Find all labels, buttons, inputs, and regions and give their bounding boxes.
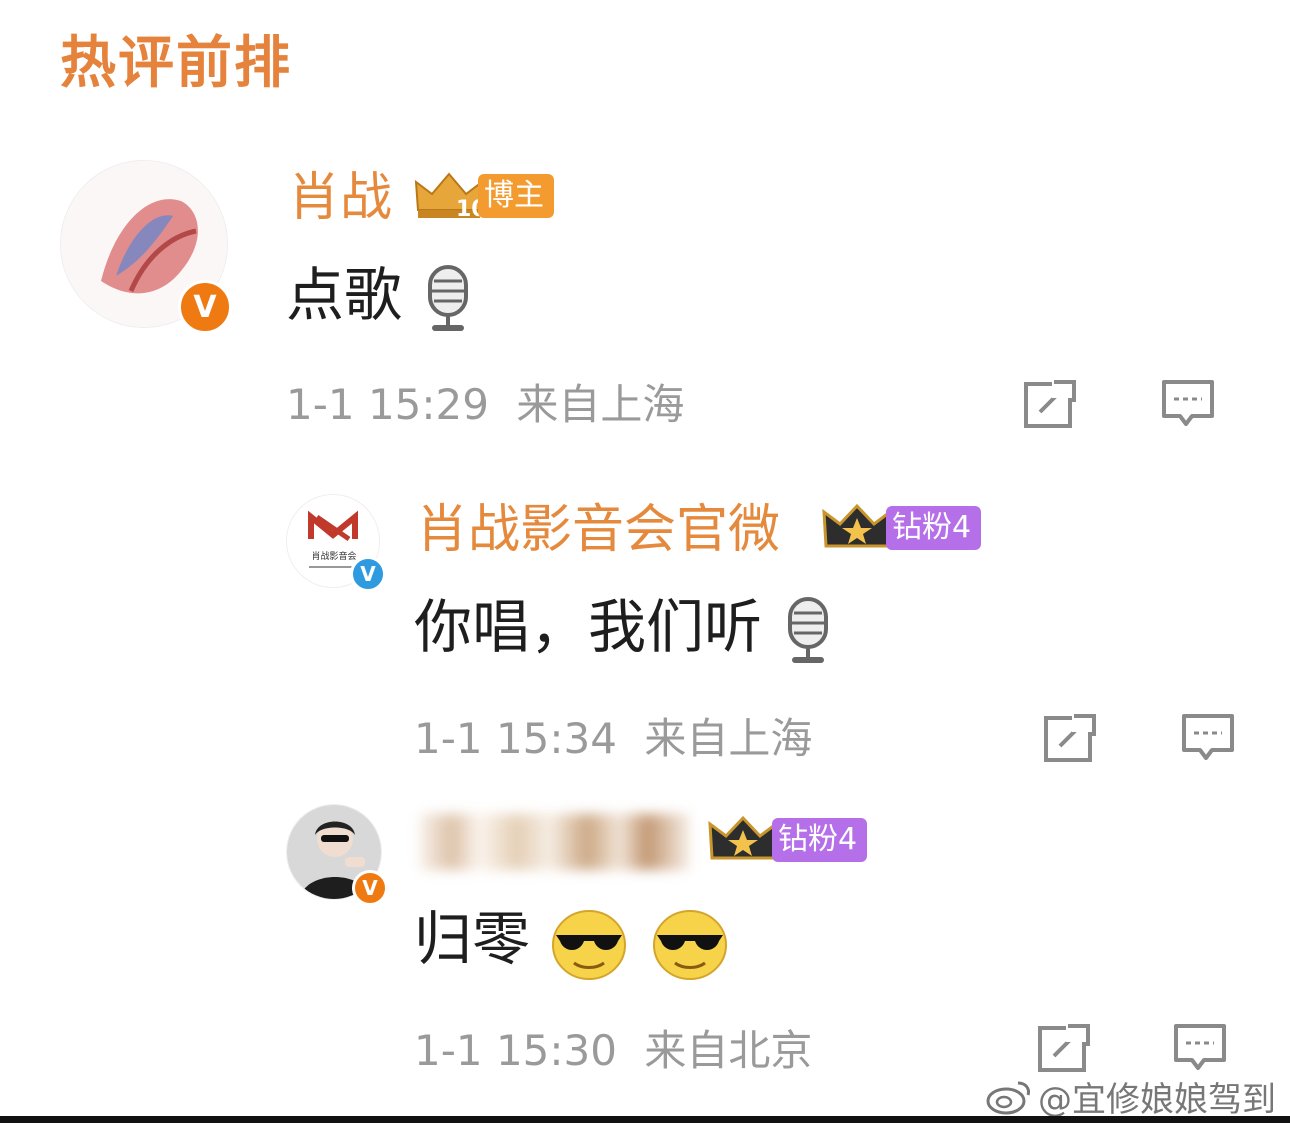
badge-label: 钻粉4: [772, 818, 868, 862]
sunglasses-emoji: [652, 909, 727, 980]
comment-username[interactable]: 肖战: [288, 168, 392, 228]
weibo-logo-icon: [986, 1081, 1030, 1114]
user-badge: 钻粉4: [708, 814, 868, 866]
avatar[interactable]: V: [286, 804, 388, 906]
repost-icon[interactable]: [1042, 712, 1098, 764]
comment-text: 你唱，我们听: [414, 592, 836, 667]
watermark-text: @宜修娘娘驾到: [1038, 1080, 1276, 1120]
verified-badge-icon: V: [352, 870, 388, 906]
reply-comment-icon[interactable]: [1172, 1022, 1228, 1074]
watermark: @宜修娘娘驾到: [986, 1072, 1276, 1121]
microphone-icon: [428, 264, 469, 331]
bottom-divider: [0, 1116, 1290, 1123]
reply-comment-icon[interactable]: [1180, 712, 1236, 764]
sunglasses-emoji: [552, 909, 627, 980]
comment-text: 点歌: [286, 260, 476, 335]
comment-location: 来自上海: [516, 380, 685, 429]
repost-icon[interactable]: [1036, 1022, 1092, 1074]
comment-text-body: 点歌: [286, 261, 403, 329]
avatar[interactable]: V: [60, 160, 232, 334]
comment-text-body: 归零: [414, 905, 531, 973]
comment-timestamp: 1-1 15:30: [414, 1026, 617, 1075]
avatar-label: 肖战影音会: [311, 550, 356, 562]
comment-meta: 1-1 15:30 来自北京: [414, 1026, 812, 1076]
microphone-icon: [788, 596, 829, 663]
comment-location: 来自北京: [644, 1026, 813, 1075]
repost-icon[interactable]: [1022, 378, 1078, 430]
comment-username[interactable]: 肖战影音会官微: [416, 500, 780, 560]
crown-icon: [822, 503, 892, 548]
user-badge: 钻粉4: [822, 502, 982, 554]
verified-badge-icon: V: [178, 280, 232, 334]
comment-meta: 1-1 15:29 来自上海: [286, 380, 684, 430]
comment-timestamp: 1-1 15:29: [286, 380, 489, 429]
comment-text: 归零: [414, 904, 731, 981]
crown-icon: [708, 815, 778, 860]
comment-text-body: 你唱，我们听: [414, 593, 763, 661]
avatar[interactable]: 肖战影音会 V: [286, 494, 386, 592]
section-title: 热评前排: [60, 31, 292, 96]
comment-username-blurred[interactable]: [420, 814, 690, 870]
crown-level-icon: 10: [414, 172, 486, 222]
comment-meta: 1-1 15:34 来自上海: [414, 714, 812, 764]
verified-badge-icon: V: [350, 556, 386, 592]
reply-comment-icon[interactable]: [1160, 378, 1216, 430]
user-badge: 10 博主: [412, 170, 554, 222]
badge-label: 博主: [478, 174, 554, 218]
comment-timestamp: 1-1 15:34: [414, 714, 617, 763]
comment-location: 来自上海: [644, 714, 813, 763]
badge-label: 钻粉4: [886, 506, 982, 550]
